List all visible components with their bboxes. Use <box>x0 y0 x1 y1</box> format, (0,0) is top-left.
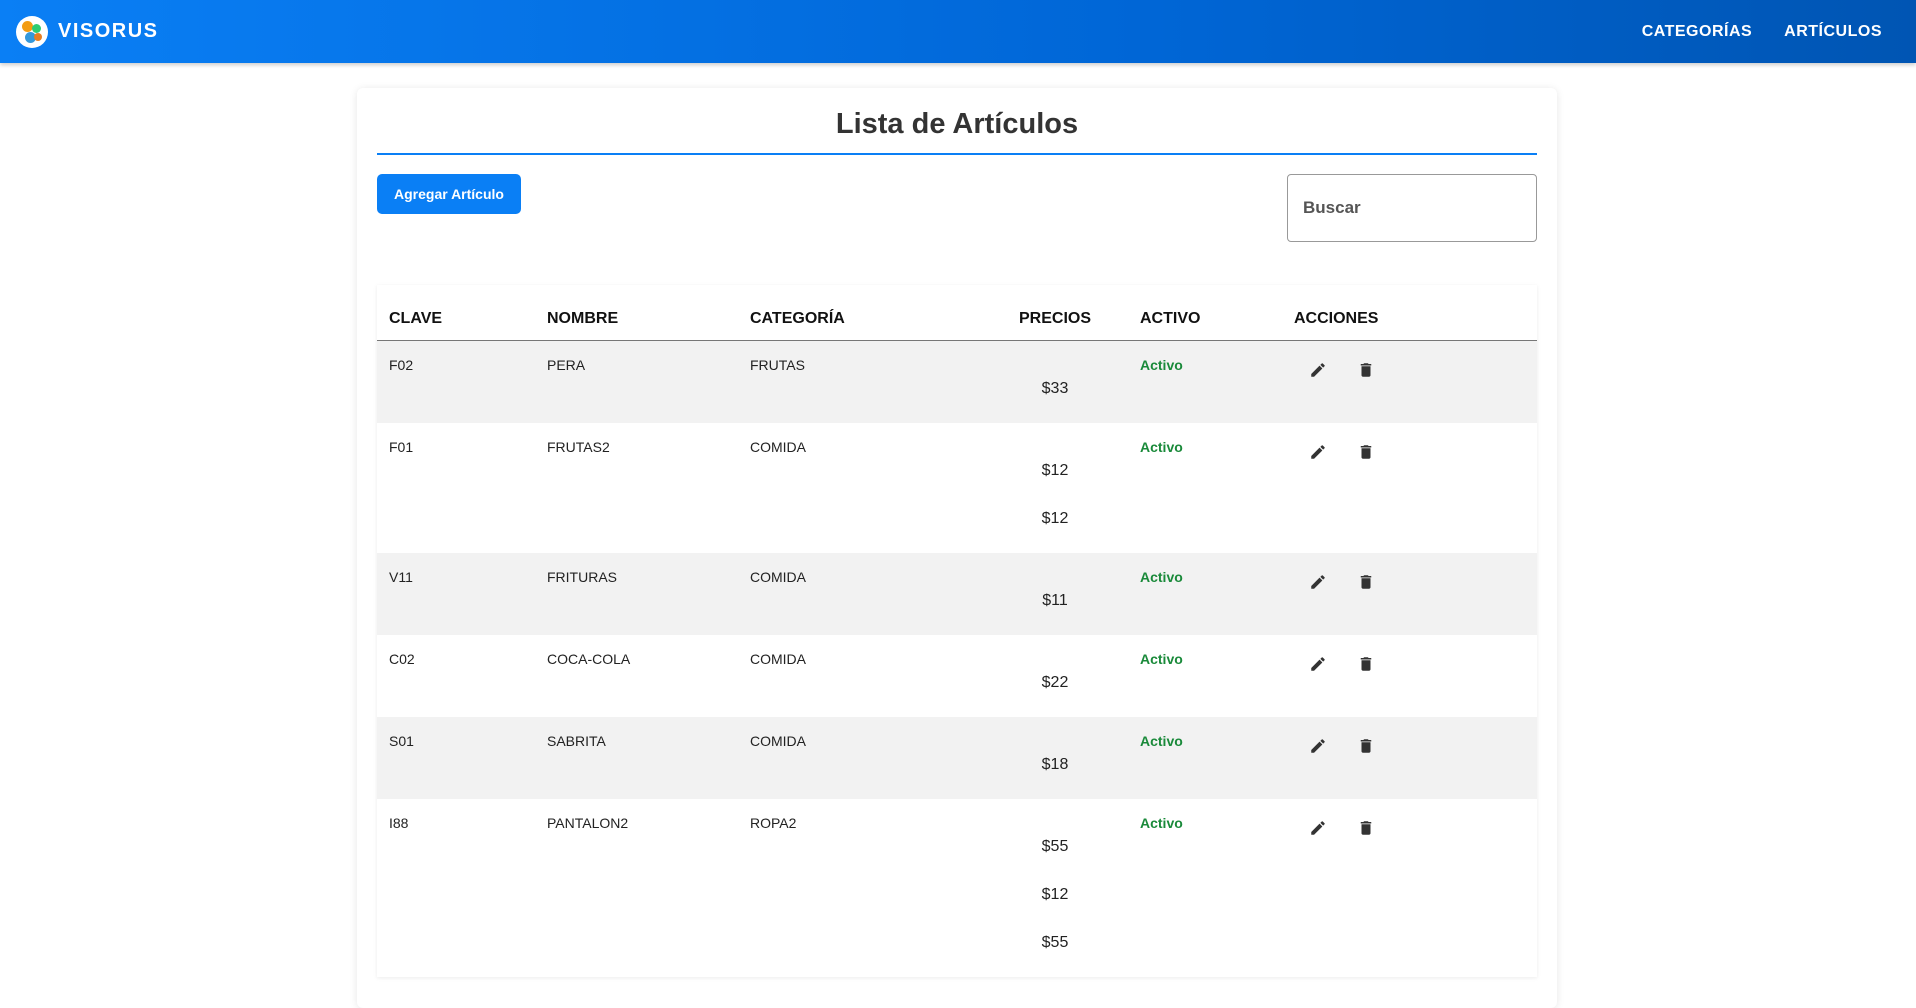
pencil-icon[interactable] <box>1309 737 1327 755</box>
cell-clave: I88 <box>389 815 409 831</box>
visorus-logo-icon <box>16 15 48 48</box>
cell-categoria: FRUTAS <box>750 357 805 373</box>
table-row: F02 PERA FRUTAS $33 Activo <box>377 341 1537 423</box>
header-precios: PRECIOS <box>1018 310 1091 327</box>
price-value: $55 <box>1041 838 1069 855</box>
header-categoria: CATEGORÍA <box>750 310 845 327</box>
pencil-icon[interactable] <box>1309 443 1327 461</box>
header-activo: ACTIVO <box>1140 310 1201 327</box>
header-clave: CLAVE <box>389 310 443 327</box>
cell-categoria: COMIDA <box>750 733 806 749</box>
trash-icon[interactable] <box>1357 819 1375 837</box>
cell-precios: $12 $12 <box>970 423 1140 553</box>
cell-activo: Activo <box>1140 341 1294 423</box>
cell-categoria: ROPA2 <box>750 815 797 831</box>
cell-activo: Activo <box>1140 717 1294 799</box>
cell-categoria: COMIDA <box>750 651 806 667</box>
add-article-button[interactable]: Agregar Artículo <box>377 174 521 214</box>
status-badge: Activo <box>1140 357 1183 373</box>
table-row: F01 FRUTAS2 COMIDA $12 $12 Activo <box>377 423 1537 553</box>
cell-activo: Activo <box>1140 799 1294 977</box>
price-value: $12 <box>1041 462 1069 479</box>
table-row: I88 PANTALON2 ROPA2 $55 $12 $55 Activo <box>377 799 1537 977</box>
table-row: S01 SABRITA COMIDA $18 Activo <box>377 717 1537 799</box>
table-row: C02 COCA-COLA COMIDA $22 Activo <box>377 635 1537 717</box>
price-value: $22 <box>1041 674 1069 691</box>
page-title: Lista de Artículos <box>377 88 1537 155</box>
cell-acciones <box>1294 635 1537 717</box>
cell-activo: Activo <box>1140 553 1294 635</box>
cell-precios: $18 <box>970 717 1140 799</box>
pencil-icon[interactable] <box>1309 573 1327 591</box>
cell-clave: F01 <box>389 439 414 455</box>
cell-clave: F02 <box>389 357 414 373</box>
status-badge: Activo <box>1140 815 1183 831</box>
table-body: F02 PERA FRUTAS $33 Activo F01 FRUTAS2 COMIDA $1… <box>377 341 1537 977</box>
status-badge: Activo <box>1140 569 1183 585</box>
price-value: $33 <box>1041 380 1069 397</box>
table-header: CLAVE NOMBRE CATEGORÍA PRECIOS ACTIVO AC… <box>377 285 1537 341</box>
cell-activo: Activo <box>1140 423 1294 553</box>
cell-precios: $55 $12 $55 <box>970 799 1140 977</box>
cell-categoria: COMIDA <box>750 569 806 585</box>
main-nav: CATEGORÍAS ARTÍCULOS <box>1642 23 1882 41</box>
articles-card: Lista de Artículos Agregar Artículo CLAV… <box>357 88 1557 1008</box>
header-acciones: ACCIONES <box>1294 310 1379 327</box>
price-value: $18 <box>1041 756 1069 773</box>
price-value: $12 <box>1041 886 1069 903</box>
status-badge: Activo <box>1140 733 1183 749</box>
brand-name: VISORUS <box>58 20 159 42</box>
cell-clave: C02 <box>389 651 415 667</box>
cell-activo: Activo <box>1140 635 1294 717</box>
toolbar: Agregar Artículo <box>377 155 1537 285</box>
cell-acciones <box>1294 717 1537 799</box>
price-value: $55 <box>1041 934 1069 951</box>
cell-acciones <box>1294 423 1537 553</box>
cell-precios: $11 <box>970 553 1140 635</box>
trash-icon[interactable] <box>1357 655 1375 673</box>
cell-nombre: COCA-COLA <box>547 651 631 667</box>
table-row: V11 FRITURAS COMIDA $11 Activo <box>377 553 1537 635</box>
brand[interactable]: VISORUS <box>16 15 159 48</box>
cell-acciones <box>1294 553 1537 635</box>
cell-precios: $22 <box>970 635 1140 717</box>
price-value: $11 <box>1042 592 1068 609</box>
top-navbar: VISORUS CATEGORÍAS ARTÍCULOS <box>0 0 1916 63</box>
cell-acciones <box>1294 341 1537 423</box>
pencil-icon[interactable] <box>1309 361 1327 379</box>
price-value: $12 <box>1041 510 1069 527</box>
articles-table: CLAVE NOMBRE CATEGORÍA PRECIOS ACTIVO AC… <box>377 285 1537 977</box>
pencil-icon[interactable] <box>1309 655 1327 673</box>
trash-icon[interactable] <box>1357 737 1375 755</box>
cell-acciones <box>1294 799 1537 977</box>
cell-nombre: FRUTAS2 <box>547 439 610 455</box>
cell-nombre: FRITURAS <box>547 569 617 585</box>
trash-icon[interactable] <box>1357 361 1375 379</box>
status-badge: Activo <box>1140 439 1183 455</box>
pencil-icon[interactable] <box>1309 819 1327 837</box>
cell-clave: S01 <box>389 733 414 749</box>
nav-categorias[interactable]: CATEGORÍAS <box>1642 23 1752 41</box>
nav-articulos[interactable]: ARTÍCULOS <box>1784 23 1882 41</box>
cell-nombre: SABRITA <box>547 733 606 749</box>
cell-nombre: PERA <box>547 357 586 373</box>
header-nombre: NOMBRE <box>547 310 619 327</box>
trash-icon[interactable] <box>1357 443 1375 461</box>
trash-icon[interactable] <box>1357 573 1375 591</box>
search-input[interactable] <box>1287 174 1537 242</box>
status-badge: Activo <box>1140 651 1183 667</box>
cell-clave: V11 <box>389 569 413 585</box>
cell-nombre: PANTALON2 <box>547 815 629 831</box>
cell-precios: $33 <box>970 341 1140 423</box>
cell-categoria: COMIDA <box>750 439 806 455</box>
